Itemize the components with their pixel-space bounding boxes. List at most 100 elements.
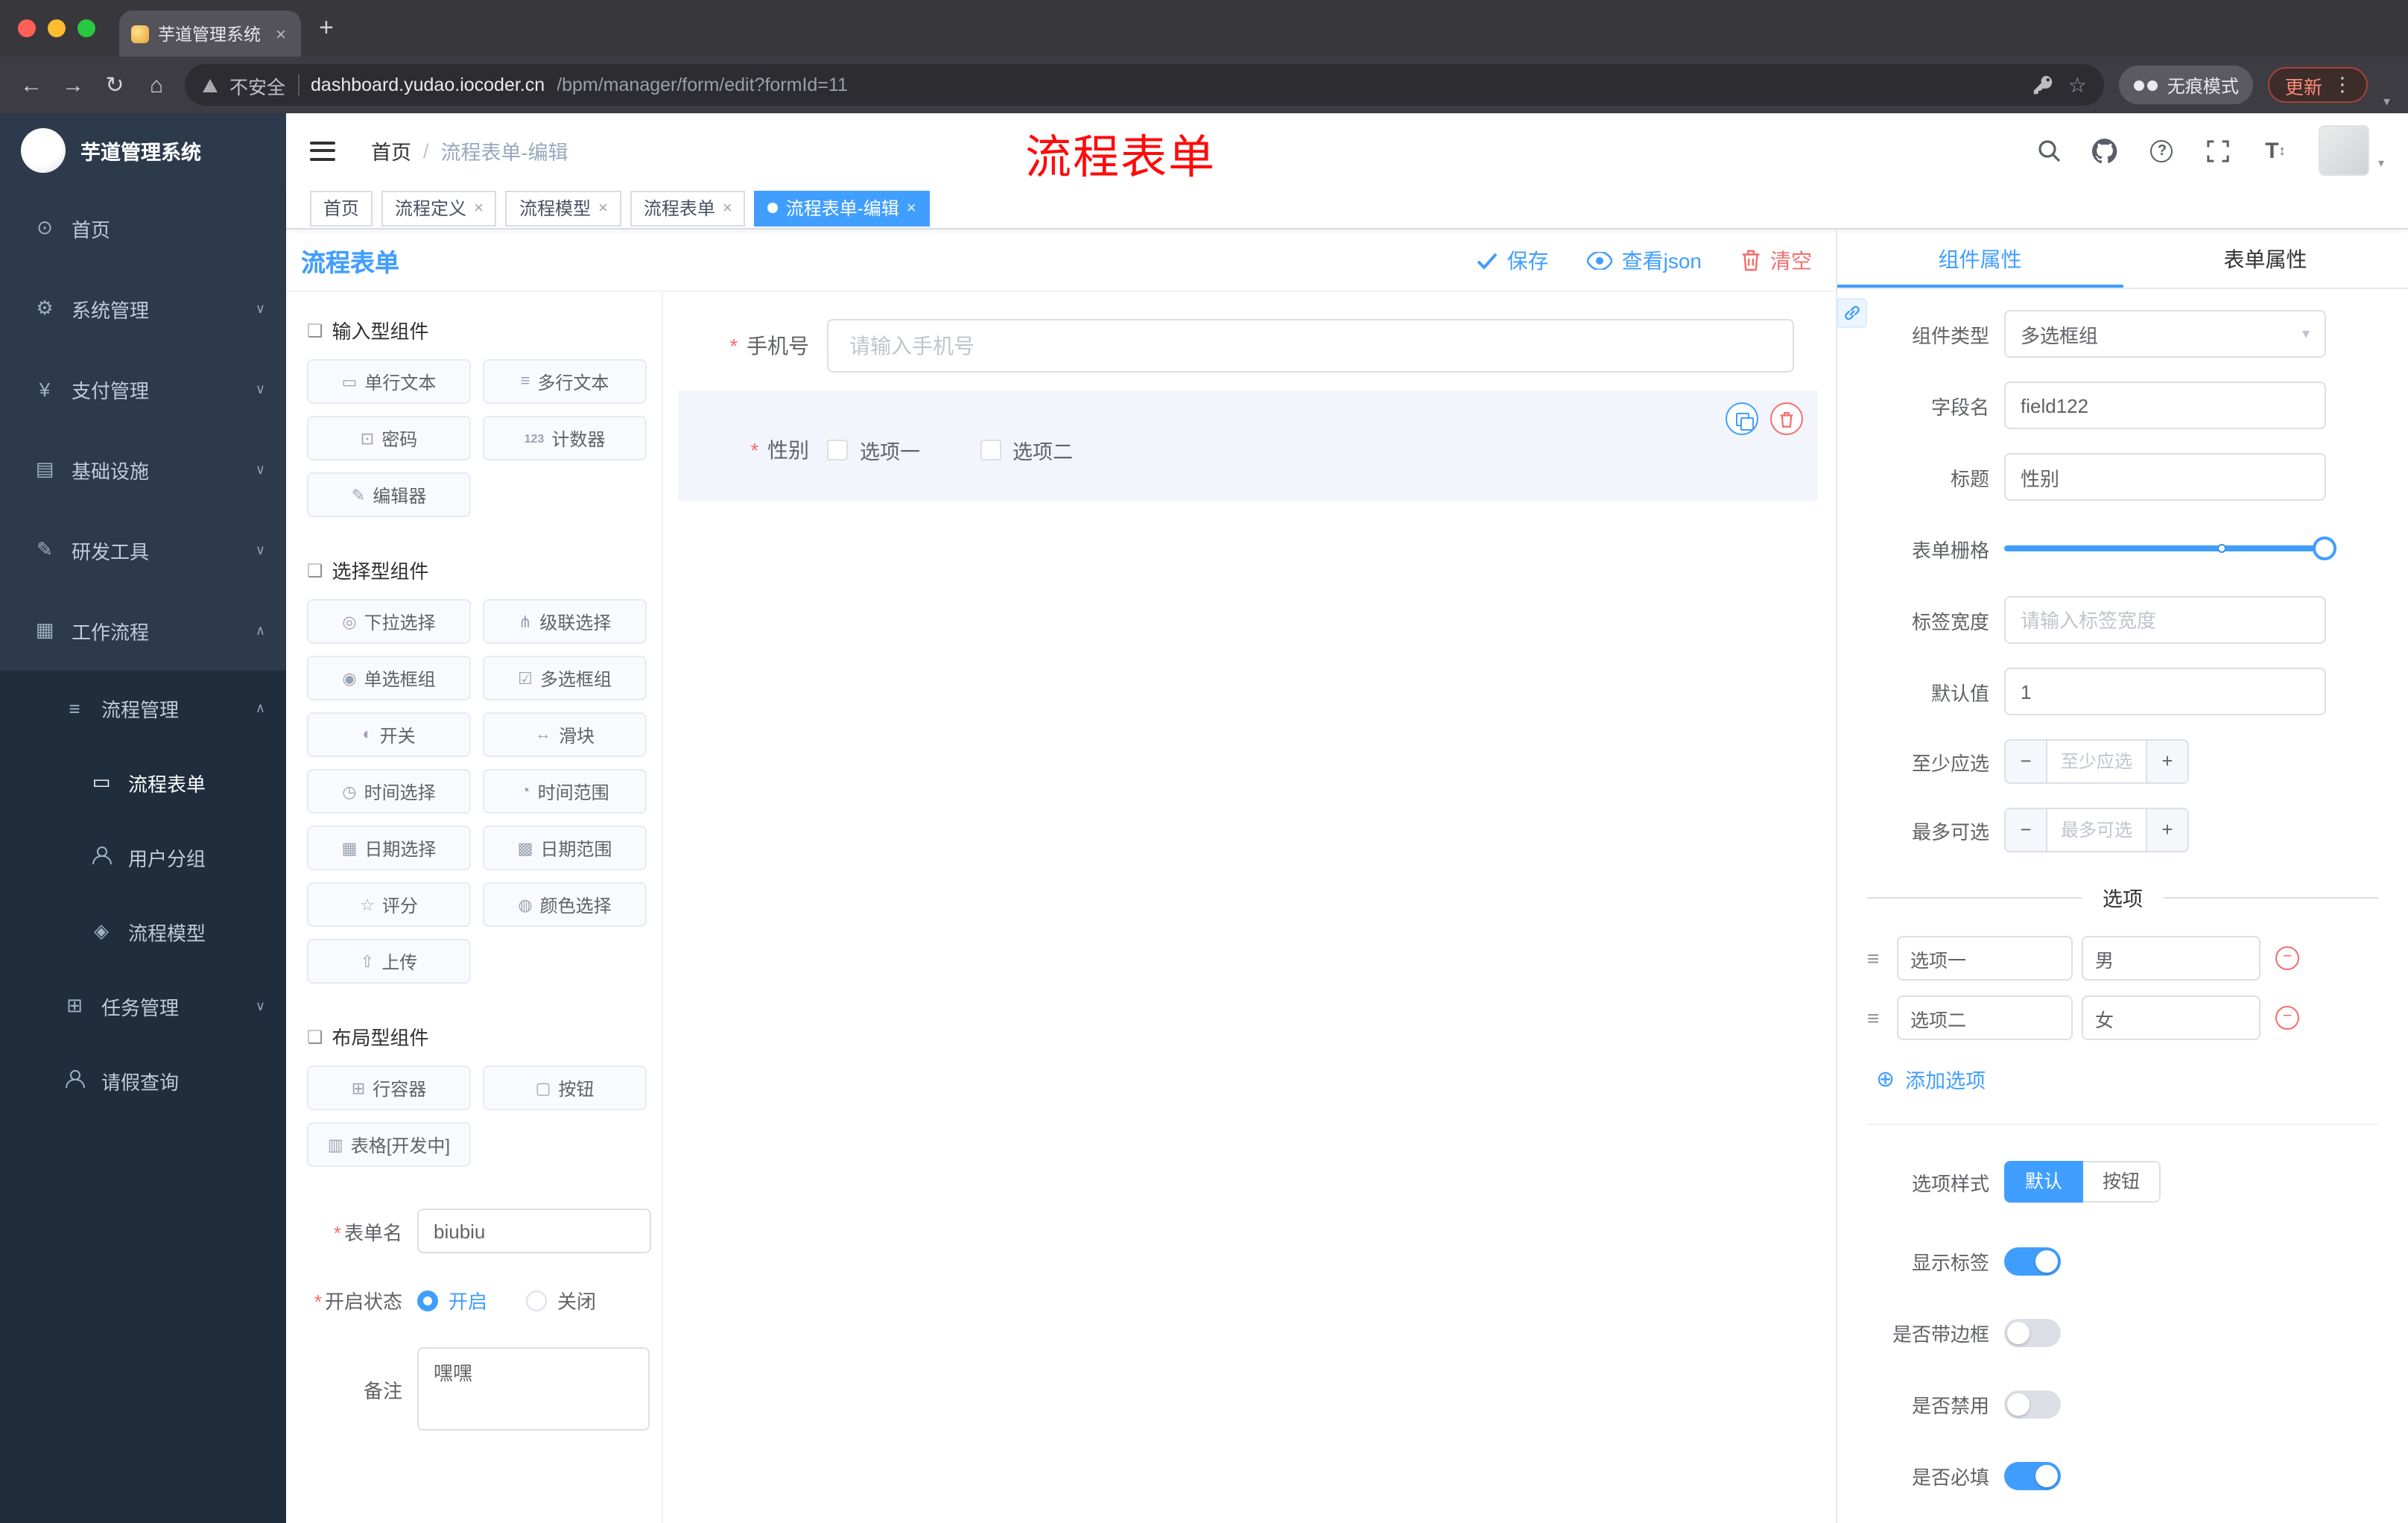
palette-item-time-picker[interactable]: ◷ 时间选择 — [307, 769, 471, 814]
palette-item-cascader[interactable]: ⋔ 级联选择 — [483, 599, 647, 644]
github-icon[interactable] — [2092, 137, 2119, 164]
option-1-value-input[interactable] — [2082, 936, 2260, 981]
address-bar[interactable]: 不安全 dashboard.yudao.iocoder.cn/bpm/manag… — [185, 64, 2105, 106]
style-button-button[interactable]: 按钮 — [2083, 1161, 2161, 1203]
fullscreen-icon[interactable] — [2205, 137, 2232, 164]
option-2-label-input[interactable] — [1897, 995, 2073, 1040]
palette-item-slider[interactable]: ↔ 滑块 — [483, 712, 647, 757]
key-icon[interactable] — [2032, 75, 2053, 95]
palette-item-time-range[interactable]: ◔ 时间范围 — [483, 769, 647, 814]
sidebar-item-workflow[interactable]: ▦ 工作流程 ∧ — [0, 590, 286, 671]
palette-item-row-container[interactable]: ⊞ 行容器 — [307, 1066, 471, 1110]
palette-item-multi-text[interactable]: ≡ 多行文本 — [483, 359, 647, 404]
component-type-select[interactable]: 多选框组 ▾ — [2004, 310, 2326, 358]
clear-button[interactable]: 清空 — [1740, 245, 1812, 275]
sidebar-item-infra[interactable]: ▤ 基础设施 ∨ — [0, 429, 286, 510]
palette-item-date-range[interactable]: ▩ 日期范围 — [483, 826, 647, 870]
back-icon[interactable]: ← — [18, 72, 45, 98]
option-2-value-input[interactable] — [2082, 995, 2260, 1040]
palette-item-upload[interactable]: ⇧ 上传 — [307, 939, 471, 984]
slider-handle[interactable] — [2313, 536, 2336, 560]
avatar-caret-icon[interactable]: ▾ — [2378, 156, 2384, 170]
status-radio-off[interactable]: 关闭 — [526, 1286, 596, 1314]
palette-item-editor[interactable]: ✎ 编辑器 — [307, 472, 471, 517]
collapse-sidebar-icon[interactable] — [310, 141, 335, 160]
palette-item-rate[interactable]: ☆ 评分 — [307, 882, 471, 927]
border-toggle[interactable] — [2004, 1319, 2061, 1347]
drag-handle-icon[interactable]: ≡ — [1867, 946, 1888, 970]
field-name-input[interactable] — [2004, 381, 2326, 429]
view-json-button[interactable]: 查看json — [1587, 245, 1702, 275]
plus-button[interactable]: + — [2146, 809, 2187, 851]
remove-option-icon[interactable]: − — [2275, 946, 2299, 970]
field-phone[interactable]: * 手机号 — [678, 319, 1794, 373]
user-avatar[interactable] — [2318, 125, 2369, 176]
form-canvas[interactable]: * 手机号 请输入手机号 * 性别 选项一 选项二 — [663, 292, 1836, 1523]
radio-unselected-icon[interactable] — [526, 1290, 548, 1311]
default-value-input[interactable] — [2004, 668, 2326, 715]
help-icon[interactable]: ? — [2149, 137, 2176, 164]
new-tab-button[interactable]: + — [319, 13, 334, 43]
selected-field-gender[interactable]: * 性别 选项一 选项二 — [678, 390, 1818, 501]
close-icon[interactable]: × — [907, 191, 916, 224]
option-1-label-input[interactable] — [1897, 936, 2073, 981]
min-select-input[interactable]: 至少应选 — [2047, 741, 2146, 782]
form-name-input[interactable] — [417, 1209, 651, 1253]
minus-button[interactable]: − — [2006, 809, 2047, 851]
tag-process-model[interactable]: 流程模型 × — [505, 190, 621, 226]
palette-item-single-text[interactable]: ▭ 单行文本 — [307, 359, 471, 404]
url-path[interactable]: /bpm/manager/form/edit?formId=11 — [557, 75, 848, 95]
close-window-button[interactable] — [18, 19, 36, 37]
required-toggle[interactable] — [2004, 1462, 2061, 1490]
grid-slider[interactable] — [2004, 525, 2336, 572]
browser-menu-icon[interactable]: ⋮ — [2333, 73, 2352, 97]
save-button[interactable]: 保存 — [1477, 245, 1549, 275]
tag-process-form-edit[interactable]: 流程表单-编辑 × — [754, 190, 930, 226]
update-button[interactable]: 更新 ⋮ — [2268, 67, 2369, 103]
search-icon[interactable] — [2035, 137, 2062, 164]
sidebar-item-leave-query[interactable]: 请假查询 — [0, 1043, 286, 1118]
reload-icon[interactable]: ↻ — [101, 72, 128, 98]
minus-button[interactable]: − — [2006, 741, 2047, 782]
close-icon[interactable]: × — [474, 191, 484, 224]
palette-item-button[interactable]: ▢ 按钮 — [483, 1066, 647, 1110]
title-input[interactable] — [2004, 453, 2326, 501]
show-label-toggle[interactable] — [2004, 1247, 2061, 1276]
sidebar-item-process-mgmt[interactable]: ≡ 流程管理 ∧ — [0, 671, 286, 745]
url-domain[interactable]: dashboard.yudao.iocoder.cn — [311, 75, 545, 95]
close-icon[interactable]: × — [723, 191, 732, 224]
tab-component-props[interactable]: 组件属性 — [1837, 229, 2123, 288]
home-icon[interactable]: ⌂ — [143, 72, 170, 98]
disabled-toggle[interactable] — [2004, 1390, 2061, 1419]
update-label[interactable]: 更新 — [2285, 71, 2322, 99]
sidebar-item-process-model[interactable]: ◈ 流程模型 — [0, 894, 286, 969]
sidebar-item-user-group[interactable]: 用户分组 — [0, 820, 286, 894]
remove-option-icon[interactable]: − — [2275, 1006, 2299, 1030]
delete-field-button[interactable] — [1770, 402, 1803, 435]
sidebar-item-process-form[interactable]: ▭ 流程表单 — [0, 745, 286, 820]
font-size-icon[interactable]: T ↕ — [2262, 137, 2289, 164]
field-phone-input[interactable] — [827, 319, 1794, 373]
breadcrumb-root[interactable]: 首页 — [371, 136, 411, 165]
palette-item-radio-group[interactable]: ◉ 单选框组 — [307, 656, 471, 700]
tag-process-form[interactable]: 流程表单 × — [630, 190, 746, 226]
sidebar-item-home[interactable]: ⊙ 首页 — [0, 188, 286, 268]
slider-track[interactable] — [2004, 545, 2326, 551]
palette-item-checkbox-group[interactable]: ☑ 多选框组 — [483, 656, 647, 700]
palette-item-table[interactable]: ▥ 表格[开发中] — [307, 1122, 471, 1167]
palette-item-password[interactable]: ⊡ 密码 — [307, 416, 471, 460]
security-label[interactable]: 不安全 — [229, 71, 285, 99]
maximize-window-button[interactable] — [77, 19, 95, 37]
radio-selected-icon[interactable] — [417, 1290, 438, 1311]
link-anchor-button[interactable] — [1837, 298, 1867, 328]
status-radio-on[interactable]: 开启 — [417, 1286, 487, 1314]
checkbox-icon[interactable] — [827, 440, 848, 460]
tag-process-definition[interactable]: 流程定义 × — [381, 190, 497, 226]
gender-option-2[interactable]: 选项二 — [980, 435, 1073, 465]
browser-tab[interactable]: 芋道管理系统 × — [119, 10, 301, 57]
palette-item-select[interactable]: ◎ 下拉选择 — [307, 599, 471, 644]
copy-field-button[interactable] — [1726, 402, 1758, 435]
label-width-input[interactable] — [2004, 596, 2326, 644]
checkbox-icon[interactable] — [980, 440, 1001, 460]
palette-item-switch[interactable]: ◐ 开关 — [307, 712, 471, 757]
